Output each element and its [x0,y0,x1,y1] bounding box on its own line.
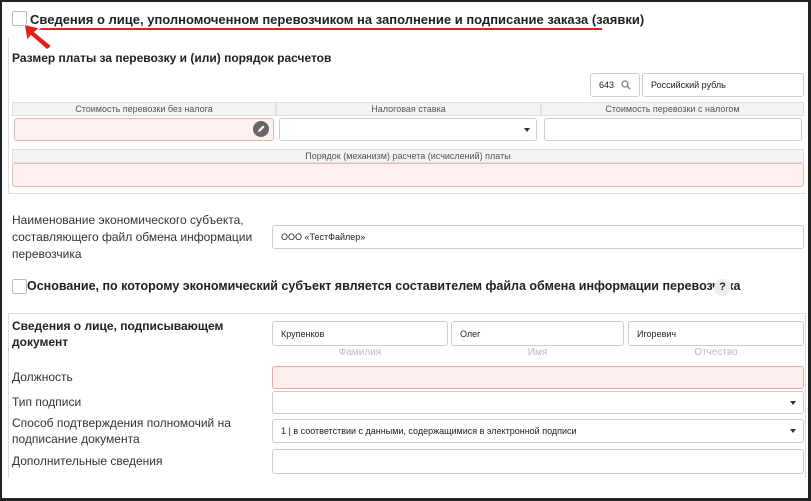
basis-title: Основание, по которому экономический суб… [27,279,741,293]
first-name-value: Олег [460,328,481,339]
cost-without-tax-input[interactable] [14,118,274,141]
chevron-down-icon[interactable] [790,401,796,405]
chevron-down-icon[interactable] [524,128,530,132]
tax-rate-select[interactable] [279,118,537,141]
authority-value: 1 | в соответствии с данными, содержащим… [281,426,577,436]
payment-title: Размер платы за перевозку и (или) порядо… [12,51,332,65]
authorized-person-title: Сведения о лице, уполномоченном перевозч… [30,12,645,27]
signature-type-label: Тип подписи [12,395,82,409]
procedure-input[interactable] [12,163,804,187]
search-icon[interactable] [621,80,631,90]
middle-name-input[interactable]: Игоревич [628,321,804,346]
cost-with-tax-input[interactable] [544,118,802,141]
annotation-arrow-icon [23,22,54,51]
last-name-input[interactable]: Крупенков [272,321,448,346]
currency-name-field: Российский рубль [642,73,804,97]
signer-title-line2: документ [12,335,69,349]
entity-label-line2: составляющего файл обмена информации [12,230,253,244]
authority-label-line2: подписание документа [12,432,140,446]
procedure-header: Порядок (механизм) расчета (исчислений) … [12,149,804,163]
divider [8,313,806,314]
position-input[interactable] [272,366,804,389]
signer-block-border-right [805,313,806,478]
first-name-hint: Имя [527,347,548,358]
entity-name-label: Наименование экономического субъекта, со… [12,212,262,263]
last-name-hint: Фамилия [338,347,382,358]
signature-type-select[interactable] [272,391,804,414]
payment-block-border [8,38,9,193]
entity-label-line3: перевозчика [12,247,82,261]
authority-label-line1: Способ подтверждения полномочий на [12,416,231,430]
middle-name-hint: Отчество [694,347,738,358]
signer-title: Сведения о лице, подписывающем документ [12,318,223,350]
currency-name-value: Российский рубль [651,80,726,90]
authority-select[interactable]: 1 | в соответствии с данными, содержащим… [272,419,804,443]
first-name-input[interactable]: Олег [451,321,624,346]
additional-info-input[interactable] [272,449,804,474]
position-label: Должность [12,370,73,384]
col-header-without-tax: Стоимость перевозки без налога [12,102,276,116]
currency-code-field[interactable]: 643 [590,73,640,97]
chevron-down-icon[interactable] [790,429,796,433]
signer-title-line1: Сведения о лице, подписывающем [12,319,224,333]
edit-pencil-icon[interactable] [253,121,269,137]
signer-block-border [8,313,9,478]
col-header-with-tax: Стоимость перевозки с налогом [541,102,804,116]
col-header-tax-rate: Налоговая ставка [276,102,541,116]
basis-checkbox[interactable] [12,279,27,294]
help-icon[interactable]: ? [714,279,731,296]
entity-label-line1: Наименование экономического субъекта, [12,213,244,227]
additional-info-label: Дополнительные сведения [12,454,163,468]
last-name-value: Крупенков [281,328,325,339]
entity-name-value: ООО «ТестФайлер» [281,232,366,242]
authority-label: Способ подтверждения полномочий на подпи… [12,415,231,447]
annotation-underline [30,28,602,30]
middle-name-value: Игоревич [637,328,677,339]
divider [8,193,806,194]
entity-name-input[interactable]: ООО «ТестФайлер» [272,225,804,249]
currency-code-value: 643 [599,80,615,90]
